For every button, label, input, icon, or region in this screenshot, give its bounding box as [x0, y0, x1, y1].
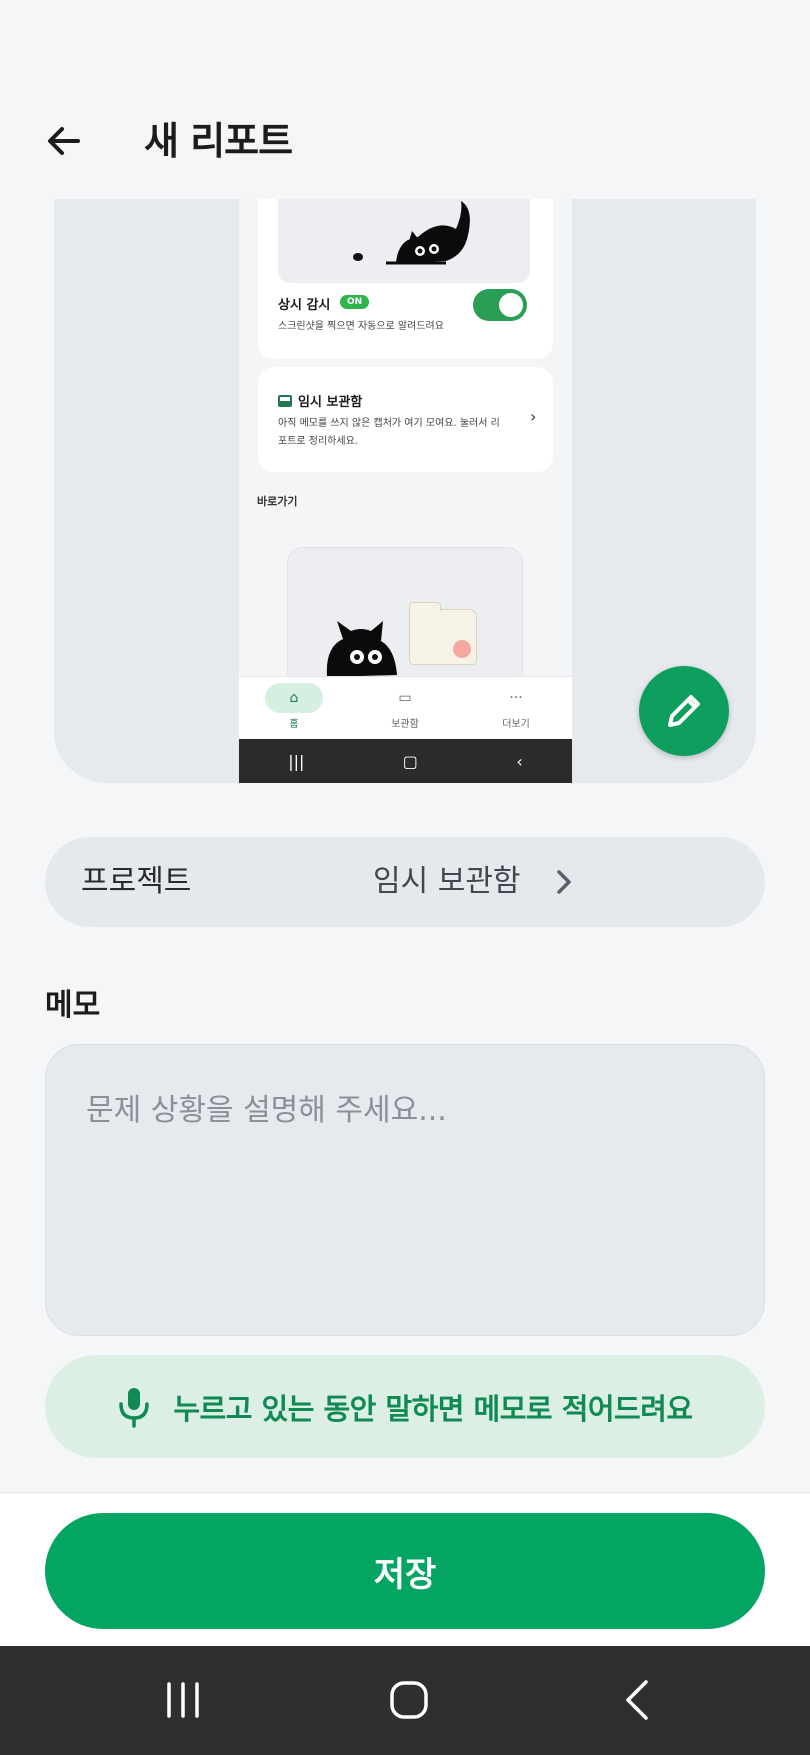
watch-title: 상시 감시: [278, 298, 331, 313]
edit-screenshot-button[interactable]: [639, 666, 729, 756]
recents-button[interactable]: [143, 1670, 223, 1730]
project-selector[interactable]: 프로젝트 임시 보관함: [45, 837, 765, 927]
preview-nav-home: ⌂ 홈: [239, 683, 349, 730]
voice-memo-button[interactable]: 누르고 있는 동안 말하면 메모로 적어드려요: [45, 1355, 765, 1458]
paw-icon: [453, 640, 471, 658]
memo-label: 메모: [45, 988, 101, 1023]
chevron-right-icon: ›: [530, 407, 537, 426]
arrow-left-icon: [48, 127, 80, 155]
preview-nav-label: 홈: [289, 719, 299, 730]
on-badge: ON: [340, 295, 370, 309]
preview-nav-more: ··· 더보기: [461, 683, 571, 730]
cat-illustration-icon: [326, 621, 397, 677]
shortcut-label: 바로가기: [257, 495, 298, 508]
recents-icon: [167, 1682, 199, 1718]
memo-container: [45, 1044, 765, 1336]
captured-screen: 상시 감시 ON 스크린샷을 찍으면 자동으로 알려드려요 임시 보관함 아직 …: [239, 199, 572, 783]
more-icon: ···: [509, 690, 523, 706]
back-button[interactable]: [36, 113, 92, 169]
inbox-icon: [278, 394, 292, 407]
voice-memo-label: 누르고 있는 동안 말하면 메모로 적어드려요: [173, 1391, 693, 1426]
chevron-right-icon: [541, 859, 587, 905]
home-button[interactable]: [369, 1670, 449, 1730]
cat-illustration-icon: [353, 201, 470, 265]
project-value: 임시 보관함: [373, 864, 521, 899]
watch-toggle: [473, 289, 527, 321]
back-icon: ‹: [516, 751, 523, 771]
watch-card: 상시 감시 ON 스크린샷을 찍으면 자동으로 알려드려요: [258, 199, 553, 359]
home-button-icon: ▢: [402, 751, 418, 771]
preview-system-bar: ||| ▢ ‹: [239, 739, 572, 783]
hero-image: [278, 199, 530, 283]
inbox-description: 아직 메모를 쓰지 않은 캡처가 여기 모여요. 눌러서 리포트로 정리하세요.: [278, 418, 500, 447]
save-button[interactable]: 저장: [45, 1513, 765, 1629]
preview-nav-label: 보관함: [391, 719, 419, 730]
preview-nav-label: 더보기: [502, 719, 530, 730]
archive-icon: ▭: [398, 690, 412, 706]
back-nav-button[interactable]: [598, 1670, 678, 1730]
page-title: 새 리포트: [144, 119, 293, 163]
folder-icon: [409, 602, 477, 665]
system-navigation-bar: [0, 1646, 810, 1755]
preview-nav-archive: ▭ 보관함: [350, 683, 460, 730]
watch-subtitle: 스크린샷을 찍으면 자동으로 알려드려요: [278, 321, 444, 332]
home-icon: ⌂: [265, 683, 323, 713]
bottom-panel: 저장: [0, 1492, 810, 1646]
app-bar: 새 리포트: [0, 95, 810, 185]
project-label: 프로젝트: [81, 864, 192, 899]
home-circle-icon: [390, 1681, 428, 1719]
pencil-icon: [668, 695, 700, 727]
preview-bottom-nav: ⌂ 홈 ▭ 보관함 ··· 더보기: [239, 676, 572, 738]
chevron-left-icon: [626, 1680, 648, 1720]
microphone-icon: [119, 1387, 150, 1428]
inbox-title: 임시 보관함: [298, 395, 363, 410]
memo-input[interactable]: [86, 1085, 724, 1295]
recents-icon: |||: [288, 751, 305, 771]
inbox-card: 임시 보관함 아직 메모를 쓰지 않은 캡처가 여기 모여요. 눌러서 리포트로…: [258, 367, 553, 472]
